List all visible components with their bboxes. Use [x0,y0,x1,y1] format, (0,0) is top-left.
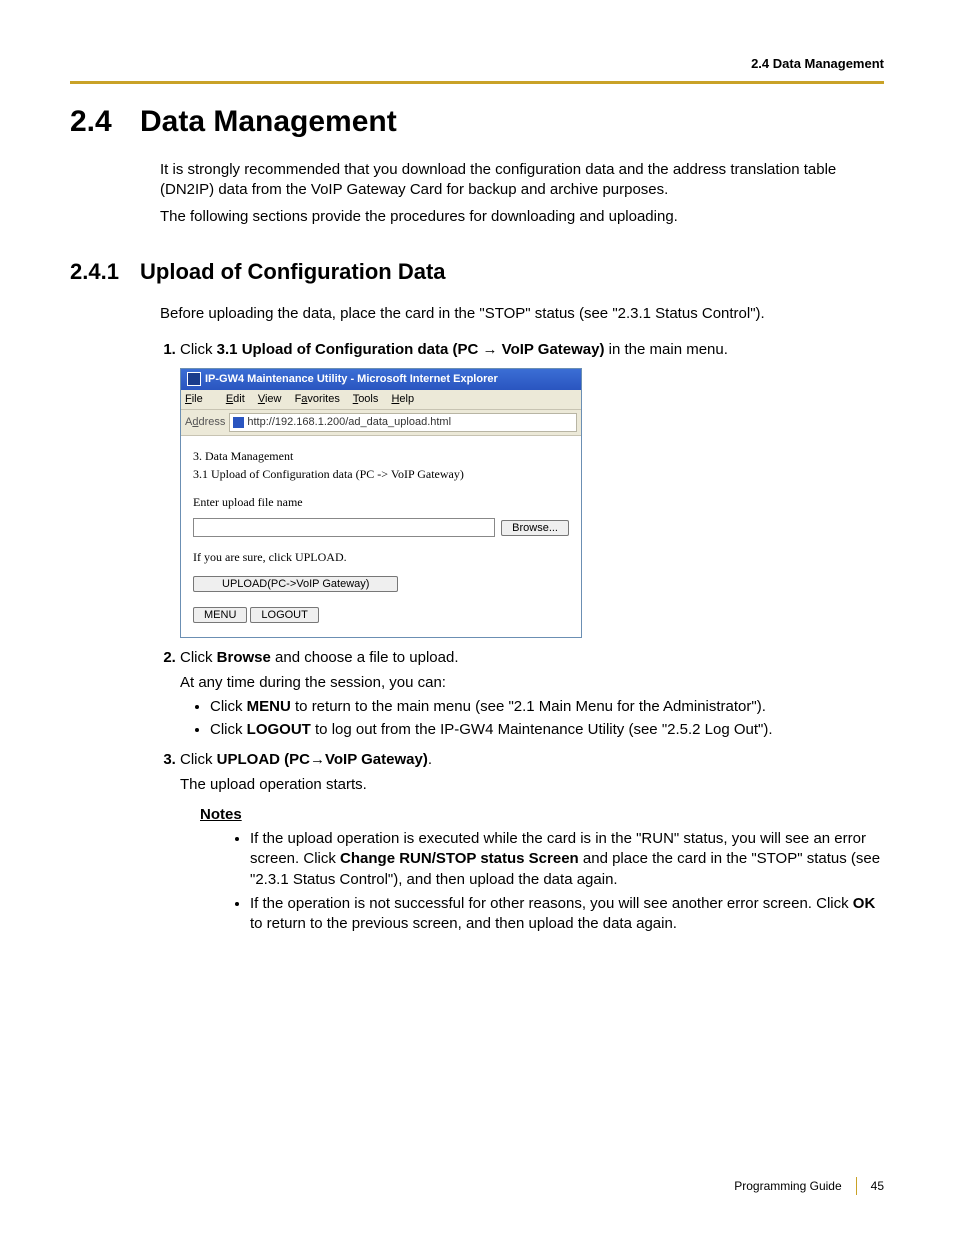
step-3: Click UPLOAD (PC→VoIP Gateway). The uplo… [180,750,884,934]
step3-bold: UPLOAD (PC→VoIP Gateway) [217,751,428,768]
upload-file-input[interactable] [193,518,495,537]
step1-post: in the main menu. [605,341,728,358]
logout-button[interactable]: LOGOUT [250,607,318,623]
ie-app-icon [187,372,201,386]
note-2: If the operation is not successful for o… [250,894,884,935]
header-rule [70,81,884,84]
footer-page-number: 45 [871,1178,884,1194]
menu-file[interactable]: File [185,393,213,405]
content-heading-2: 3.1 Upload of Configuration data (PC -> … [193,466,569,482]
intro-paragraph-2: The following sections provide the proce… [160,207,884,227]
address-label: Address [185,415,225,430]
step2-line2: At any time during the session, you can: [180,673,884,693]
subsection-intro: Before uploading the data, place the car… [160,304,884,324]
step-2: Click Browse and choose a file to upload… [180,648,884,740]
section-title-text: Data Management [140,105,397,138]
step3-line2: The upload operation starts. [180,775,884,795]
content-heading-1: 3. Data Management [193,448,569,464]
section-number: 2.4 [70,102,140,143]
screenshot-browser-window: IP-GW4 Maintenance Utility - Microsoft I… [180,368,582,638]
browser-menubar: File Edit View Favorites Tools Help [181,390,581,410]
page-footer: Programming Guide 45 [734,1177,884,1195]
menu-tools[interactable]: Tools [353,393,379,405]
note-1: If the upload operation is executed whil… [250,829,884,890]
step2-post: and choose a file to upload. [271,649,459,666]
step2-bullet-menu: Click MENU to return to the main menu (s… [210,697,884,717]
address-url: http://192.168.1.200/ad_data_upload.html [247,415,451,430]
browse-button[interactable]: Browse... [501,520,569,536]
running-header: 2.4 Data Management [70,55,884,73]
menu-favorites[interactable]: Favorites [295,393,340,405]
footer-separator [856,1177,857,1195]
menu-button[interactable]: MENU [193,607,247,623]
step3-pre: Click [180,751,217,768]
browser-content: 3. Data Management 3.1 Upload of Configu… [181,436,581,638]
step3-post: . [428,751,432,768]
browser-addressbar: Address http://192.168.1.200/ad_data_upl… [181,410,581,436]
address-field[interactable]: http://192.168.1.200/ad_data_upload.html [229,413,577,432]
menu-edit[interactable]: Edit [226,393,245,405]
browser-title-text: IP-GW4 Maintenance Utility - Microsoft I… [205,372,498,387]
confirm-text: If you are sure, click UPLOAD. [193,549,569,565]
intro-paragraph-1: It is strongly recommended that you down… [160,160,884,201]
step2-bullet-logout: Click LOGOUT to log out from the IP-GW4 … [210,720,884,740]
subsection-title-text: Upload of Configuration Data [140,259,446,284]
subsection-number: 2.4.1 [70,257,140,287]
browser-titlebar: IP-GW4 Maintenance Utility - Microsoft I… [181,369,581,390]
page-favicon [233,417,244,428]
menu-help[interactable]: Help [391,393,414,405]
step1-pre: Click [180,341,217,358]
upload-button[interactable]: UPLOAD(PC->VoIP Gateway) [193,576,398,592]
section-heading: 2.4Data Management [70,102,884,143]
subsection-heading: 2.4.1Upload of Configuration Data [70,257,884,287]
step-1: Click 3.1 Upload of Configuration data (… [180,340,884,639]
step2-bold: Browse [217,649,271,666]
notes-heading: Notes [200,805,884,825]
footer-guide: Programming Guide [734,1178,841,1194]
step1-bold: 3.1 Upload of Configuration data (PC → V… [217,341,605,358]
step2-pre: Click [180,649,217,666]
menu-view[interactable]: View [258,393,282,405]
enter-file-label: Enter upload file name [193,494,569,510]
